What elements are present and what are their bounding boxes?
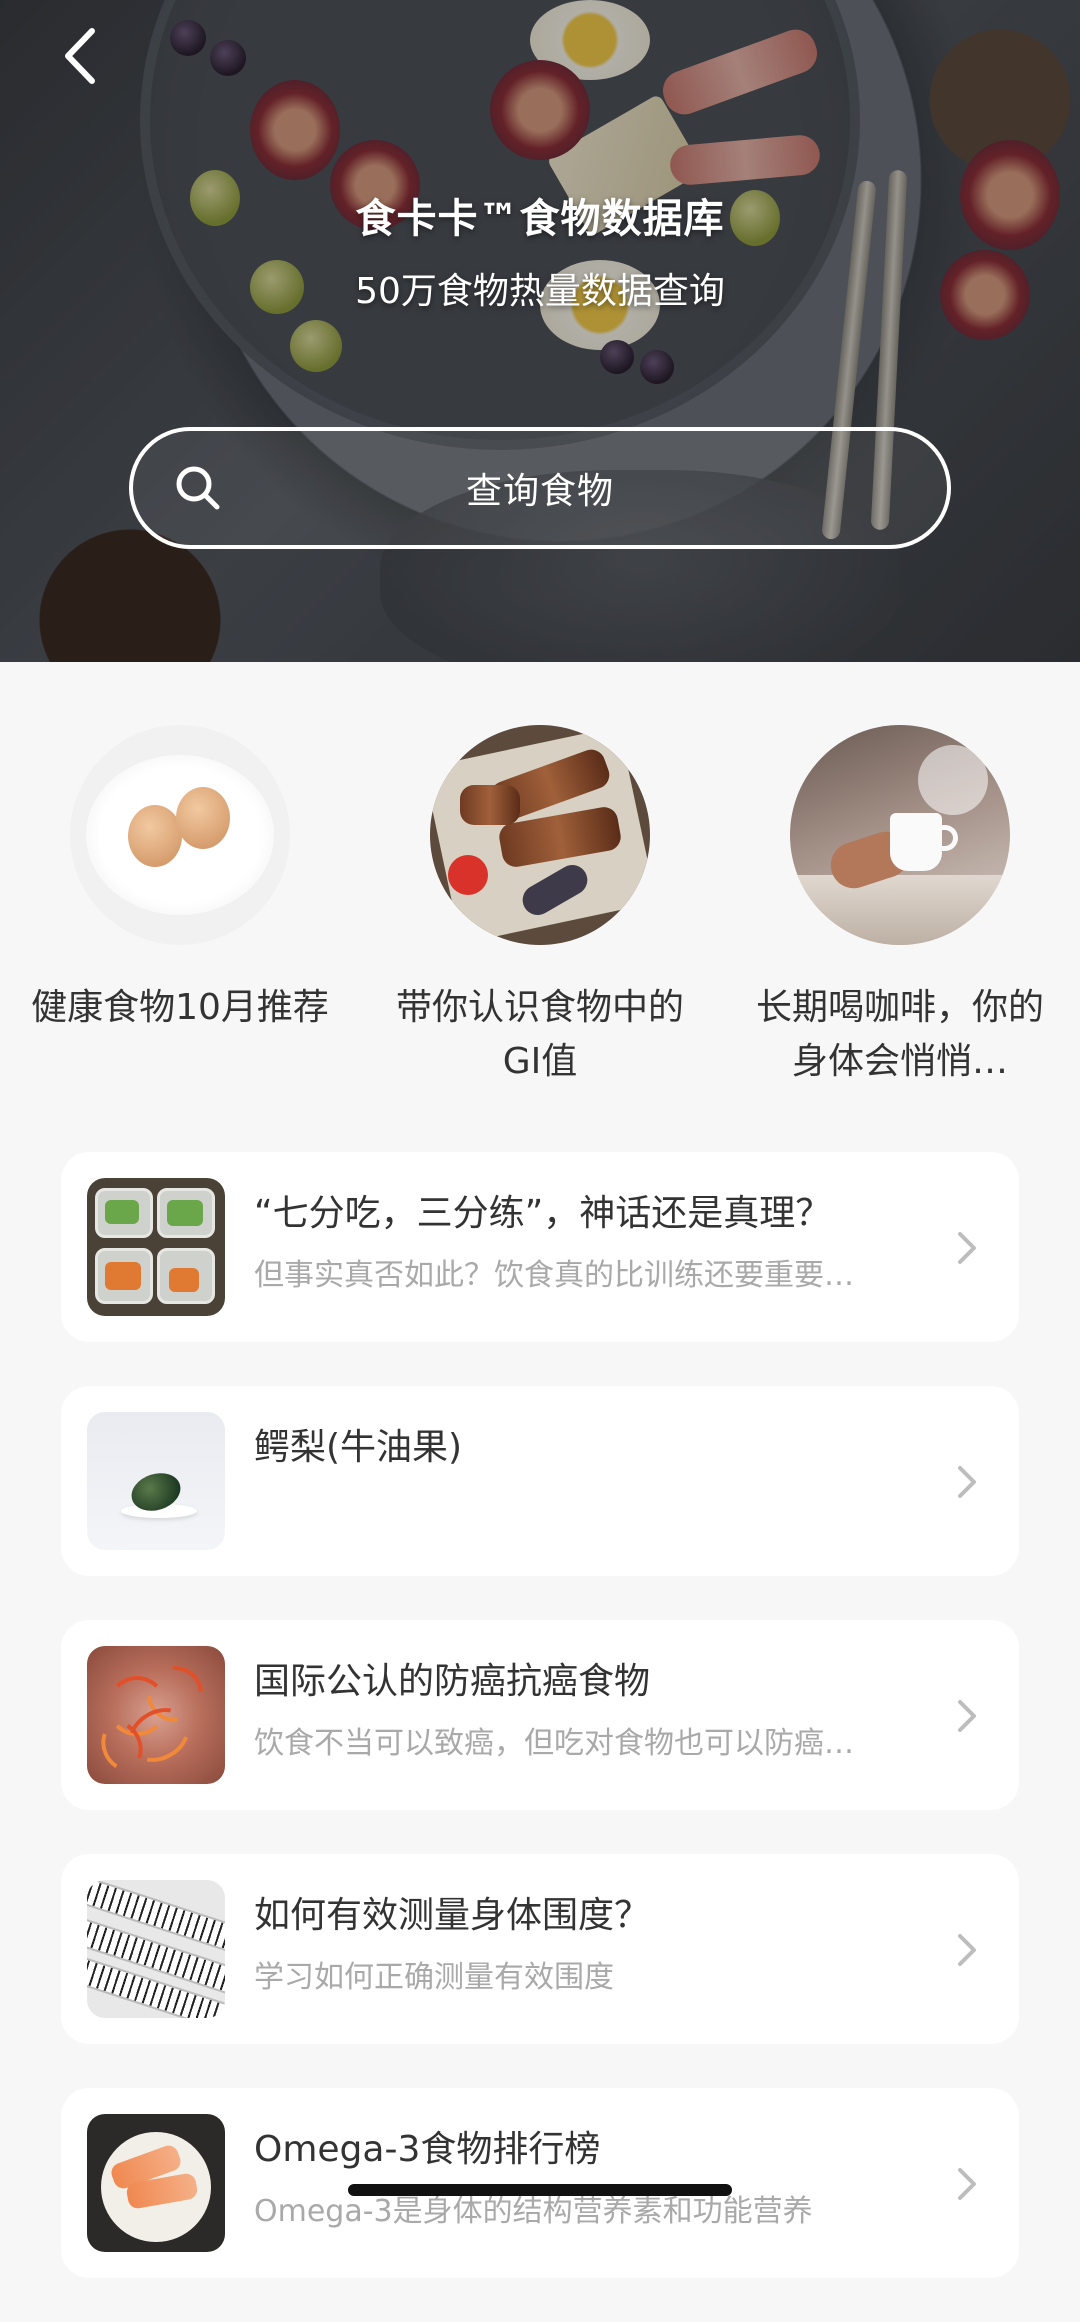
article-list: “七分吃，三分练”，神话还是真理？ 但事实真否如此？饮食真的比训练还要重要… 鳄… bbox=[61, 1152, 1019, 2322]
list-item[interactable]: 国际公认的防癌抗癌食物 饮食不当可以致癌，但吃对食物也可以防癌… bbox=[61, 1620, 1019, 1810]
salmon-thumbnail bbox=[87, 2114, 225, 2252]
article-title: Omega-3食物排行榜 bbox=[254, 2129, 601, 2170]
search-icon bbox=[176, 466, 220, 510]
page-subtitle: 50万食物热量数据查询 bbox=[355, 271, 725, 312]
meal-prep-thumbnail bbox=[87, 1178, 225, 1316]
article-subtitle: Omega-3是身体的结构营养素和功能营养 bbox=[254, 2194, 813, 2229]
article-title: 鳄梨(牛油果) bbox=[254, 1427, 463, 1468]
list-item[interactable]: 如何有效测量身体围度？ 学习如何正确测量有效围度 bbox=[61, 1854, 1019, 2044]
article-subtitle: 饮食不当可以致癌，但吃对食物也可以防癌… bbox=[254, 1726, 854, 1761]
measuring-tape-thumbnail bbox=[87, 1880, 225, 2018]
chevron-right-icon bbox=[958, 2168, 976, 2200]
article-subtitle: 学习如何正确测量有效围度 bbox=[254, 1960, 614, 1995]
list-item[interactable]: Omega-3食物排行榜 Omega-3是身体的结构营养素和功能营养 bbox=[61, 2088, 1019, 2278]
article-title: 如何有效测量身体围度？ bbox=[254, 1895, 651, 1936]
featured-label: 健康食物10月推荐 bbox=[31, 987, 329, 1028]
featured-item-coffee[interactable]: 长期喝咖啡，你的身体会悄悄… bbox=[740, 725, 1060, 1089]
back-button[interactable] bbox=[52, 24, 108, 88]
saffron-thumbnail bbox=[87, 1646, 225, 1784]
home-indicator[interactable] bbox=[348, 2184, 732, 2196]
featured-item-gi-value[interactable]: 带你认识食物中的GI值 bbox=[380, 725, 700, 1089]
featured-label: 带你认识食物中的GI值 bbox=[395, 987, 684, 1082]
search-placeholder: 查询食物 bbox=[465, 471, 614, 512]
chevron-right-icon bbox=[958, 1700, 976, 1732]
featured-label: 长期喝咖啡，你的身体会悄悄… bbox=[755, 987, 1044, 1082]
chevron-right-icon bbox=[958, 1232, 976, 1264]
list-item[interactable]: 鳄梨(牛油果) bbox=[61, 1386, 1019, 1576]
search-input[interactable]: 查询食物 bbox=[129, 427, 951, 549]
page-title: 食卡卡™食物数据库 bbox=[355, 196, 725, 242]
coffee-image bbox=[790, 725, 1010, 945]
hero-banner: 食卡卡™食物数据库 50万食物热量数据查询 查询食物 bbox=[0, 0, 1080, 662]
eggs-image bbox=[70, 725, 290, 945]
chevron-right-icon bbox=[958, 1466, 976, 1498]
article-subtitle: 但事实真否如此？饮食真的比训练还要重要… bbox=[254, 1258, 854, 1293]
chevron-right-icon bbox=[958, 1934, 976, 1966]
hero-overlay bbox=[0, 0, 1080, 662]
featured-topics: 健康食物10月推荐 带你认识食物中的GI值 长期喝咖啡，你的身体会悄悄… bbox=[0, 725, 1080, 1089]
article-title: “七分吃，三分练”，神话还是真理？ bbox=[254, 1193, 832, 1234]
avocado-thumbnail bbox=[87, 1412, 225, 1550]
featured-item-healthy-food[interactable]: 健康食物10月推荐 bbox=[20, 725, 340, 1089]
list-item[interactable]: “七分吃，三分练”，神话还是真理？ 但事实真否如此？饮食真的比训练还要重要… bbox=[61, 1152, 1019, 1342]
chevron-left-icon bbox=[65, 28, 95, 84]
article-title: 国际公认的防癌抗癌食物 bbox=[254, 1661, 651, 1702]
barbecue-image bbox=[430, 725, 650, 945]
